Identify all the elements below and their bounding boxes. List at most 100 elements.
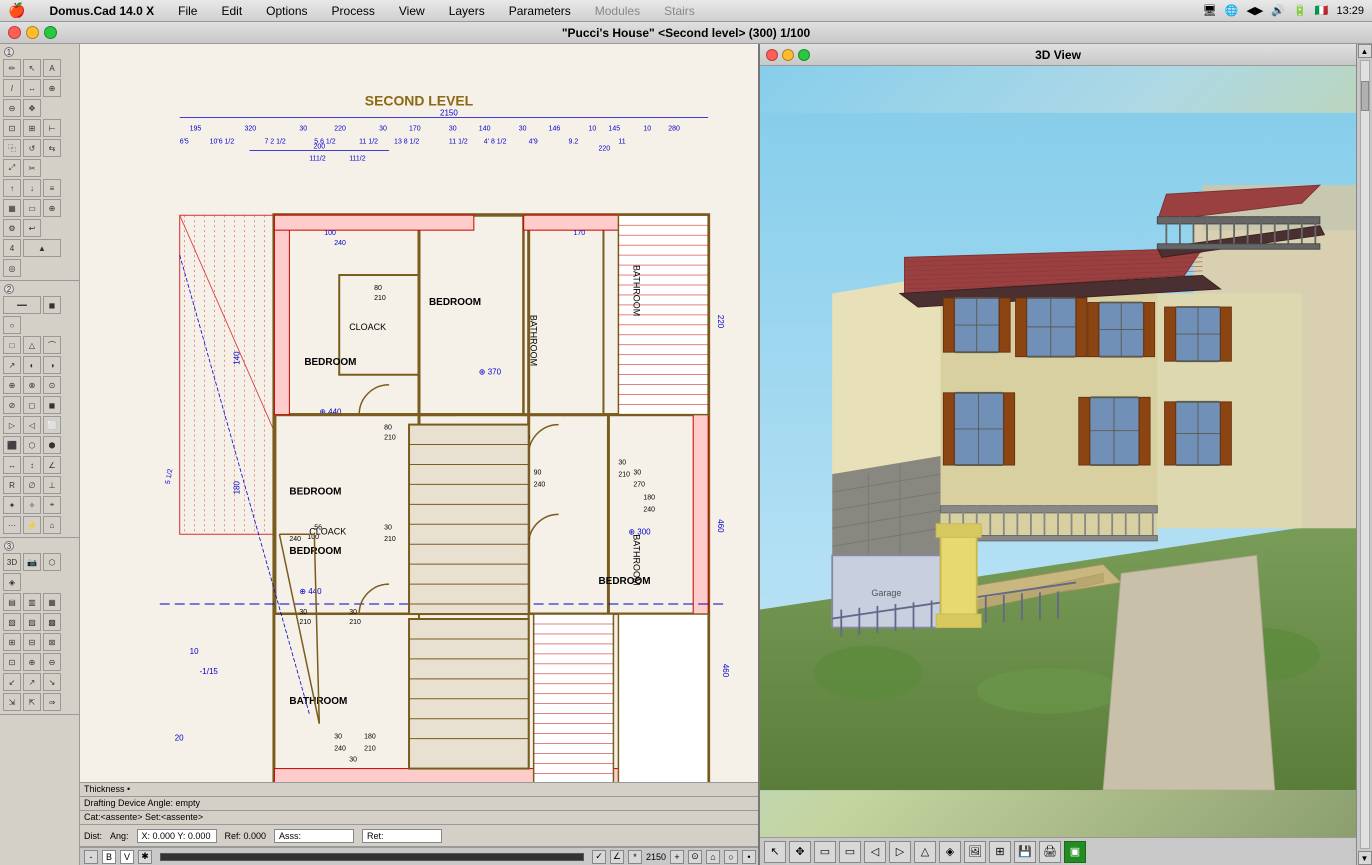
s3-tool-7[interactable]: ▦ bbox=[43, 593, 61, 611]
s2-tool-20[interactable]: ⬢ bbox=[43, 436, 61, 454]
insert-tool[interactable]: ⊕ bbox=[43, 199, 61, 217]
snap-tool[interactable]: ⊡ bbox=[3, 119, 21, 137]
select-tool[interactable]: ↖ bbox=[23, 59, 41, 77]
scale-tool[interactable]: ⤢ bbox=[3, 159, 21, 177]
text-tool[interactable]: A bbox=[43, 59, 61, 77]
nav-circle-btn[interactable]: ○ bbox=[724, 850, 738, 864]
number-4-tool[interactable]: 4 bbox=[3, 239, 21, 257]
s2-tool-9[interactable]: ⊕ bbox=[3, 376, 21, 394]
s2-tool-1[interactable]: ◼ bbox=[43, 296, 61, 314]
s3-tool-21[interactable]: ⇱ bbox=[23, 693, 41, 711]
s2-tool-30[interactable]: ⋯ bbox=[3, 516, 21, 534]
zoom-in-tool[interactable]: ⊕ bbox=[43, 79, 61, 97]
block-tool[interactable]: ▭ bbox=[23, 199, 41, 217]
s3-tool-9[interactable]: ▨ bbox=[23, 613, 41, 631]
s2-tool-3[interactable]: □ bbox=[3, 336, 21, 354]
right-scrollbar[interactable]: ▲ ▼ bbox=[1356, 44, 1372, 865]
s2-tool-12[interactable]: ⊘ bbox=[3, 396, 21, 414]
view3d-rendering[interactable]: Garage bbox=[760, 66, 1356, 837]
nav-plus-btn[interactable]: + bbox=[670, 850, 684, 864]
pencil-tool[interactable]: ✏ bbox=[3, 59, 21, 77]
s2-tool-23[interactable]: ∠ bbox=[43, 456, 61, 474]
copy-tool[interactable]: ⿻ bbox=[3, 139, 21, 157]
nav-minus-btn[interactable]: - bbox=[84, 850, 98, 864]
s2-tool-29[interactable]: ⌖ bbox=[43, 496, 61, 514]
ret-box[interactable]: Ret: bbox=[362, 829, 442, 843]
s2-tool-14[interactable]: ◼ bbox=[43, 396, 61, 414]
view3d-maximize-button[interactable] bbox=[798, 49, 810, 61]
view3d-render-tool[interactable]: 🖼 bbox=[964, 841, 986, 863]
s3-tool-15[interactable]: ⊕ bbox=[23, 653, 41, 671]
view3d-right-tool[interactable]: ▷ bbox=[889, 841, 911, 863]
minimize-button[interactable] bbox=[26, 26, 39, 39]
view3d-top-tool[interactable]: △ bbox=[914, 841, 936, 863]
s2-tool-8[interactable]: ◑ bbox=[43, 356, 61, 374]
nav-angle-btn[interactable]: ∠ bbox=[610, 850, 624, 864]
line-tool[interactable]: / bbox=[3, 79, 21, 97]
s3-tool-10[interactable]: ▩ bbox=[43, 613, 61, 631]
nav-arrow-btn[interactable]: ⊙ bbox=[688, 850, 702, 864]
hatch-tool[interactable]: ▦ bbox=[3, 199, 21, 217]
view3d-cursor-tool[interactable]: ↖ bbox=[764, 841, 786, 863]
wide-tool-1[interactable]: ▲ bbox=[23, 239, 61, 257]
s2-tool-10[interactable]: ⊗ bbox=[23, 376, 41, 394]
s2-tool-27[interactable]: ✦ bbox=[3, 496, 21, 514]
s3-tool-17[interactable]: ↙ bbox=[3, 673, 21, 691]
s3-tool-6[interactable]: ▥ bbox=[23, 593, 41, 611]
close-button[interactable] bbox=[8, 26, 21, 39]
s3-tool-16[interactable]: ⊖ bbox=[43, 653, 61, 671]
ortho-tool[interactable]: ⊢ bbox=[43, 119, 61, 137]
nav-asterisk-btn[interactable]: * bbox=[628, 850, 642, 864]
x-coord-box[interactable]: X: 0.000 Y: 0.000 bbox=[137, 829, 217, 843]
zoom-out-tool[interactable]: ⊖ bbox=[3, 99, 21, 117]
s2-tool-25[interactable]: ∅ bbox=[23, 476, 41, 494]
s2-tool-15[interactable]: ▷ bbox=[3, 416, 21, 434]
s2-tool-18[interactable]: ⬛ bbox=[3, 436, 21, 454]
s3-tool-11[interactable]: ⊞ bbox=[3, 633, 21, 651]
s2-tool-32[interactable]: ⌂ bbox=[43, 516, 61, 534]
s2-tool-5[interactable]: ⌒ bbox=[43, 336, 61, 354]
s3-tool-20[interactable]: ⇲ bbox=[3, 693, 21, 711]
s3-tool-14[interactable]: ⊡ bbox=[3, 653, 21, 671]
nav-dot-btn[interactable]: • bbox=[742, 850, 756, 864]
s2-tool-19[interactable]: ⬡ bbox=[23, 436, 41, 454]
properties-tool[interactable]: ⚙ bbox=[3, 219, 21, 237]
layer-mgr-tool[interactable]: ≡ bbox=[43, 179, 61, 197]
menu-file[interactable]: File bbox=[174, 4, 201, 18]
menu-process[interactable]: Process bbox=[328, 4, 379, 18]
s2-tool-4[interactable]: △ bbox=[23, 336, 41, 354]
s2-tool-26[interactable]: ⊥ bbox=[43, 476, 61, 494]
menu-edit[interactable]: Edit bbox=[217, 4, 246, 18]
nav-check-btn[interactable]: ✓ bbox=[592, 850, 606, 864]
mirror-tool[interactable]: ⇆ bbox=[43, 139, 61, 157]
nav-star-btn[interactable]: ✱ bbox=[138, 850, 152, 864]
view3d-close-button[interactable] bbox=[766, 49, 778, 61]
scroll-up-button[interactable]: ▲ bbox=[1358, 44, 1372, 58]
undo-tool[interactable]: ↩ bbox=[23, 219, 41, 237]
app-name[interactable]: Domus.Cad 14.0 X bbox=[45, 4, 158, 18]
s2-tool-31[interactable]: ⚡ bbox=[23, 516, 41, 534]
cad-canvas-area[interactable]: SECOND LEVEL 2150 195 320 30 220 30 170 … bbox=[80, 44, 760, 865]
s2-wide-tool-1[interactable]: ━━ bbox=[3, 296, 41, 314]
menu-options[interactable]: Options bbox=[262, 4, 311, 18]
view3d-minimize-button[interactable] bbox=[782, 49, 794, 61]
view3d-green-tool[interactable]: ▣ bbox=[1064, 841, 1086, 863]
menu-modules[interactable]: Modules bbox=[591, 4, 644, 18]
s3-3d-tool[interactable]: 3D bbox=[3, 553, 21, 571]
menu-layers[interactable]: Layers bbox=[445, 4, 489, 18]
view3d-back-tool[interactable]: ▭ bbox=[839, 841, 861, 863]
s3-tool-4[interactable]: ◈ bbox=[3, 573, 21, 591]
s2-tool-22[interactable]: ↕ bbox=[23, 456, 41, 474]
view3d-pan-tool[interactable]: ✥ bbox=[789, 841, 811, 863]
view3d-print-tool[interactable]: 🖨 bbox=[1039, 841, 1061, 863]
view3d-persp-tool[interactable]: ◈ bbox=[939, 841, 961, 863]
asss-box[interactable]: Asss: bbox=[274, 829, 354, 843]
s3-tool-5[interactable]: ▤ bbox=[3, 593, 21, 611]
s3-tool-3[interactable]: ⬡ bbox=[43, 553, 61, 571]
arrow-up-tool[interactable]: ↑ bbox=[3, 179, 21, 197]
menu-stairs[interactable]: Stairs bbox=[660, 4, 699, 18]
maximize-button[interactable] bbox=[44, 26, 57, 39]
s3-tool-8[interactable]: ▧ bbox=[3, 613, 21, 631]
s2-tool-6[interactable]: ↗ bbox=[3, 356, 21, 374]
scroll-thumb[interactable] bbox=[1361, 81, 1369, 111]
